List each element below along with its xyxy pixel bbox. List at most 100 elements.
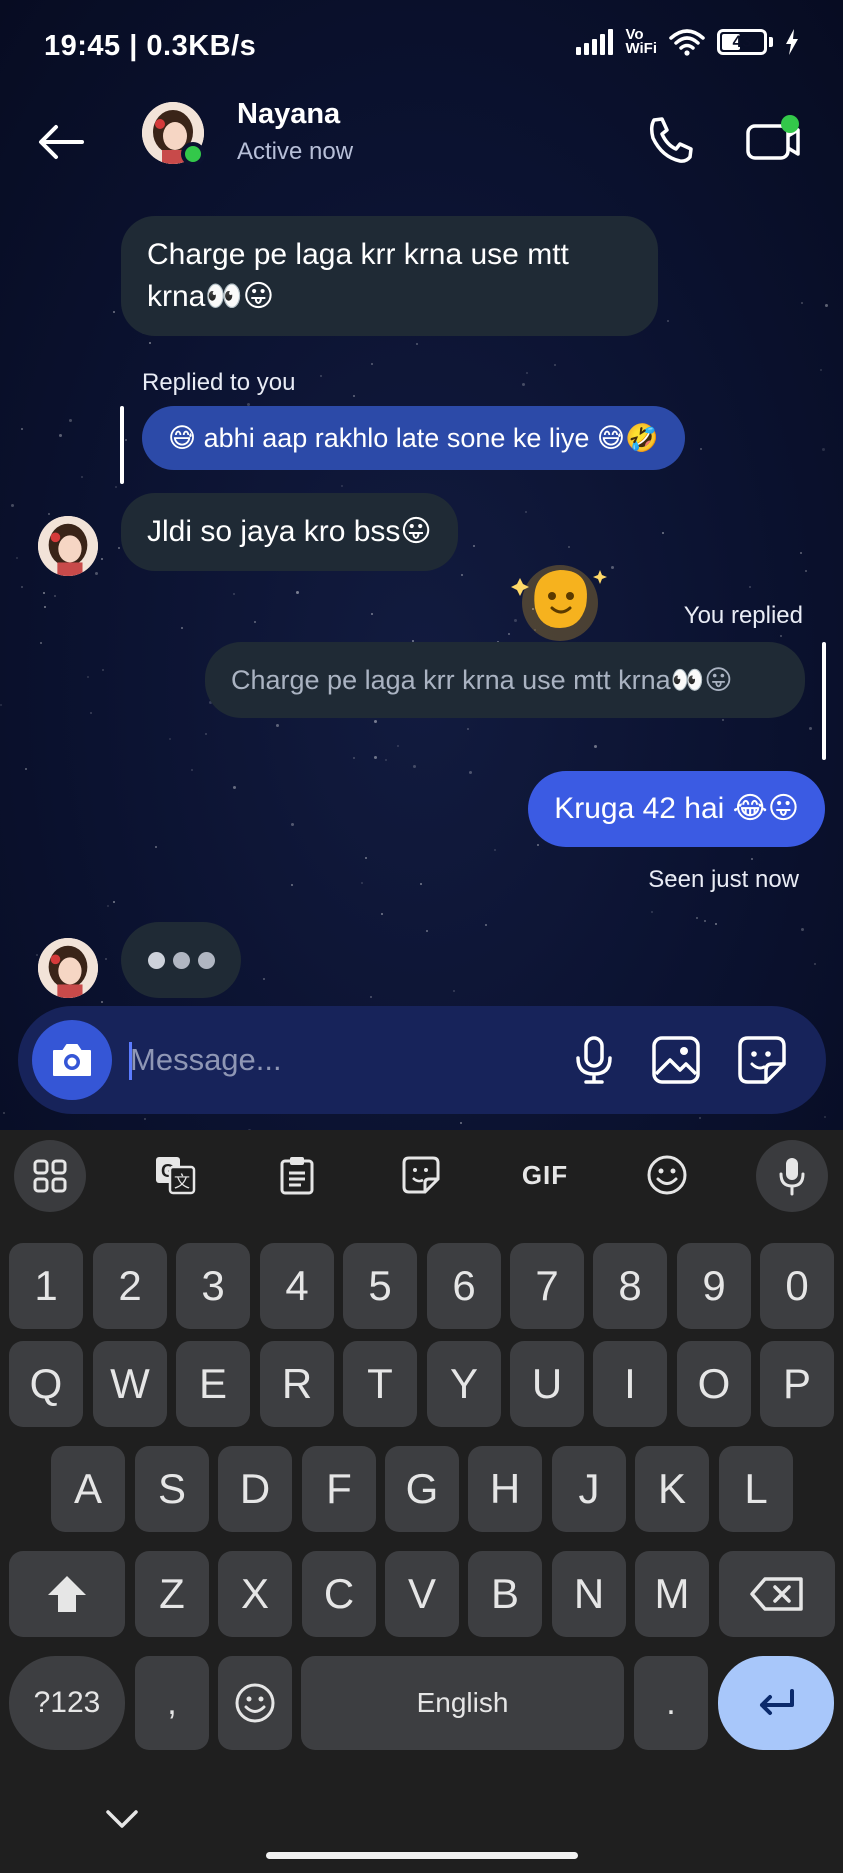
incoming-message[interactable]: Jldi so jaya kro bss😛	[121, 493, 458, 571]
key-u[interactable]: U	[510, 1341, 584, 1427]
star-dot	[112, 900, 115, 903]
star-dot	[320, 375, 323, 378]
star-dot	[101, 668, 104, 671]
key-3[interactable]: 3	[176, 1243, 250, 1329]
symbols-key[interactable]: ?123	[9, 1656, 125, 1750]
microphone-icon[interactable]	[566, 1032, 622, 1088]
battery-icon: 43	[717, 29, 767, 55]
key-c[interactable]: C	[302, 1551, 376, 1637]
contact-name[interactable]: Nayana	[237, 98, 340, 131]
key-d[interactable]: D	[218, 1446, 292, 1532]
key-l[interactable]: L	[719, 1446, 793, 1532]
sender-avatar[interactable]	[38, 938, 98, 998]
key-r[interactable]: R	[260, 1341, 334, 1427]
key-h[interactable]: H	[468, 1446, 542, 1532]
star-dot	[11, 503, 15, 507]
key-v[interactable]: V	[385, 1551, 459, 1637]
sender-avatar[interactable]	[38, 516, 98, 576]
key-4[interactable]: 4	[260, 1243, 334, 1329]
key-7[interactable]: 7	[510, 1243, 584, 1329]
key-y[interactable]: Y	[427, 1341, 501, 1427]
key-j[interactable]: J	[552, 1446, 626, 1532]
gesture-navigation-bar[interactable]	[266, 1852, 578, 1859]
key-s[interactable]: S	[135, 1446, 209, 1532]
star-dot	[263, 978, 266, 981]
key-5[interactable]: 5	[343, 1243, 417, 1329]
key-9[interactable]: 9	[677, 1243, 751, 1329]
shift-key[interactable]	[9, 1551, 125, 1637]
camera-button[interactable]	[32, 1020, 112, 1100]
outgoing-message[interactable]: Kruga 42 hai 😂😛	[528, 771, 825, 847]
star-dot	[823, 1116, 826, 1119]
star-dot	[800, 927, 804, 931]
key-w[interactable]: W	[93, 1341, 167, 1427]
key-f[interactable]: F	[302, 1446, 376, 1532]
star-dot	[800, 551, 803, 554]
key-8[interactable]: 8	[593, 1243, 667, 1329]
quoted-message[interactable]: Charge pe laga krr krna use mtt krna👀😛	[205, 642, 805, 718]
back-arrow-icon[interactable]	[32, 112, 92, 172]
voice-input-button[interactable]	[756, 1140, 828, 1212]
microphone-icon	[779, 1158, 805, 1196]
you-replied-label: You replied	[683, 602, 803, 629]
hide-keyboard-chevron-icon[interactable]	[100, 1800, 144, 1840]
vowifi-bottom: WiFi	[625, 40, 657, 57]
key-n[interactable]: N	[552, 1551, 626, 1637]
quoted-message[interactable]: 😅 abhi aap rakhlo late sone ke liye 😅🤣	[142, 406, 685, 470]
battery-percent: 43	[732, 32, 752, 51]
translate-button[interactable]: G 文	[140, 1140, 210, 1210]
enter-key[interactable]	[718, 1656, 834, 1750]
key-b[interactable]: B	[468, 1551, 542, 1637]
key-2[interactable]: 2	[93, 1243, 167, 1329]
emoji-key[interactable]	[218, 1656, 292, 1750]
key-0[interactable]: 0	[760, 1243, 834, 1329]
key-x[interactable]: X	[218, 1551, 292, 1637]
gallery-icon[interactable]	[648, 1032, 704, 1088]
key-k[interactable]: K	[635, 1446, 709, 1532]
apps-grid-button[interactable]	[14, 1140, 86, 1212]
emoji-icon	[647, 1155, 687, 1195]
chat-background: 19:45 | 0.3KB/s Vo WiFi 43 Nayana Active…	[0, 0, 843, 1130]
space-key[interactable]: English	[301, 1656, 624, 1750]
star-dot	[494, 848, 497, 851]
star-dot	[704, 920, 707, 923]
svg-text:文: 文	[174, 1172, 190, 1191]
key-a[interactable]: A	[51, 1446, 125, 1532]
sticker-icon[interactable]	[734, 1032, 790, 1088]
key-z[interactable]: Z	[135, 1551, 209, 1637]
key-p[interactable]: P	[760, 1341, 834, 1427]
star-dot	[155, 845, 158, 848]
star-dot	[805, 569, 808, 572]
star-dot	[36, 953, 39, 956]
star-dot	[373, 720, 377, 724]
key-e[interactable]: E	[176, 1341, 250, 1427]
clipboard-button[interactable]	[262, 1140, 332, 1210]
key-m[interactable]: M	[635, 1551, 709, 1637]
period-key[interactable]: .	[634, 1656, 708, 1750]
chat-header: Nayana Active now	[0, 90, 843, 220]
sticker-keyboard-button[interactable]	[386, 1140, 456, 1210]
gif-button[interactable]: GIF	[510, 1140, 580, 1210]
key-q[interactable]: Q	[9, 1341, 83, 1427]
star-dot	[650, 911, 653, 914]
comma-key[interactable]: ,	[135, 1656, 209, 1750]
message-input[interactable]	[130, 1036, 550, 1084]
star-dot	[47, 513, 50, 516]
star-dot	[105, 958, 108, 961]
star-dot	[100, 1001, 103, 1004]
key-g[interactable]: G	[385, 1446, 459, 1532]
key-i[interactable]: I	[593, 1341, 667, 1427]
key-o[interactable]: O	[677, 1341, 751, 1427]
star-dot	[397, 744, 400, 747]
star-dot	[20, 585, 23, 588]
emoji-button[interactable]	[632, 1140, 702, 1210]
backspace-key[interactable]	[719, 1551, 835, 1637]
phone-icon[interactable]	[640, 110, 700, 170]
key-6[interactable]: 6	[427, 1243, 501, 1329]
key-1[interactable]: 1	[9, 1243, 83, 1329]
star-dot	[526, 371, 529, 374]
incoming-message[interactable]: Charge pe laga krr krna use mtt krna👀😛	[121, 216, 658, 336]
star-dot	[452, 989, 455, 992]
key-t[interactable]: T	[343, 1341, 417, 1427]
video-call-icon[interactable]	[742, 110, 804, 170]
